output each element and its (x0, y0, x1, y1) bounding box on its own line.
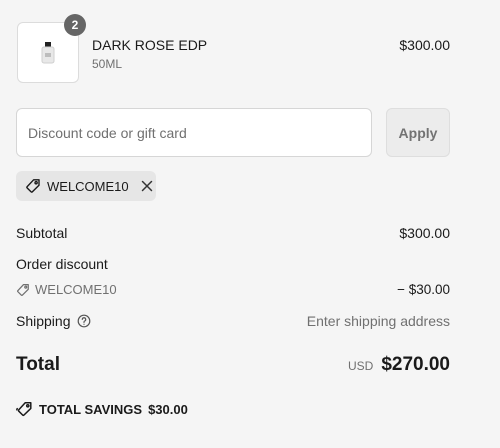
discount-code-line: WELCOME10 (16, 282, 117, 297)
product-price: $300.00 (399, 37, 450, 53)
shipping-label-group: Shipping (16, 313, 91, 329)
apply-discount-button[interactable]: Apply (386, 108, 450, 157)
savings-label: TOTAL SAVINGS (39, 401, 143, 417)
subtotal-label: Subtotal (16, 225, 68, 241)
quantity-badge: 2 (64, 14, 86, 36)
product-variant: 50ML (92, 57, 123, 71)
applied-discount-chip: WELCOME10 (16, 171, 156, 201)
tag-icon (25, 178, 41, 194)
shipping-label: Shipping (16, 313, 71, 329)
total-amount: $270.00 (381, 354, 450, 375)
order-discount-label: Order discount (16, 256, 108, 272)
applied-code-label: WELCOME10 (47, 178, 129, 194)
total-savings: TOTAL SAVINGS $30.00 (16, 401, 188, 417)
close-icon[interactable] (141, 180, 153, 192)
shipping-value: Enter shipping address (306, 313, 450, 329)
tag-icon (16, 283, 30, 297)
savings-value: $30.00 (148, 401, 188, 417)
currency-code: USD (347, 359, 374, 373)
discount-code-input[interactable] (16, 108, 372, 157)
help-circle-icon[interactable] (77, 314, 91, 328)
subtotal-value: $300.00 (399, 225, 450, 241)
discount-code-text: WELCOME10 (35, 282, 117, 297)
total-label: Total (16, 354, 60, 375)
discount-value: − $30.00 (397, 282, 450, 297)
savings-tag-icon (16, 401, 33, 417)
product-name: DARK ROSE EDP (92, 37, 208, 53)
total-value-group: USD $270.00 (348, 354, 450, 376)
